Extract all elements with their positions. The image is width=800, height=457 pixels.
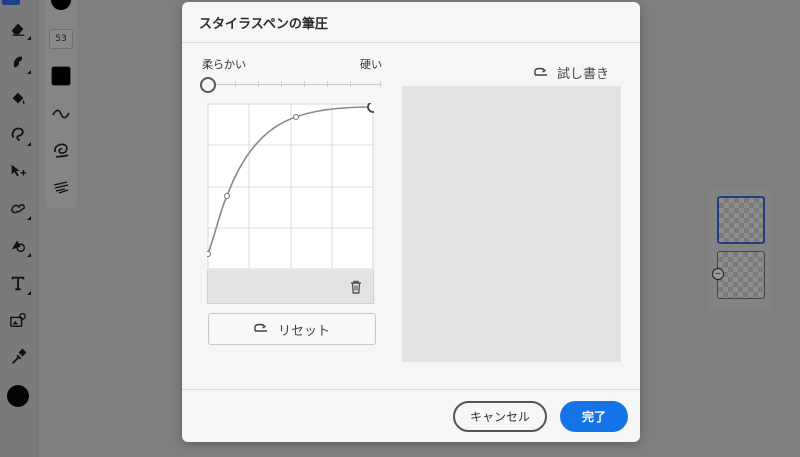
soft-label: 柔らかい xyxy=(202,58,246,71)
current-color-swatch[interactable] xyxy=(7,385,29,407)
eyedropper-tool[interactable] xyxy=(8,347,28,367)
slider-tick xyxy=(380,81,381,87)
active-tool-indicator xyxy=(2,0,20,5)
fill-icon xyxy=(12,92,25,105)
layer-thumbnail-selected[interactable] xyxy=(717,196,765,244)
curve-point[interactable] xyxy=(224,193,230,199)
image-icon xyxy=(10,313,26,328)
done-button[interactable]: 完了 xyxy=(560,401,628,432)
stylus-pressure-dialog: スタイラスペンの筆圧 柔らかい 硬い リセット 試し書き キャンセル 完了 xyxy=(182,2,640,442)
test-draw-area[interactable] xyxy=(402,86,621,362)
slider-tick xyxy=(281,81,282,87)
fill-tool[interactable] xyxy=(8,89,28,109)
move-icon xyxy=(11,164,27,177)
brush-size-badge[interactable]: 53 xyxy=(49,29,73,49)
shape-tool[interactable] xyxy=(8,235,31,257)
dialog-header: スタイラスペンの筆圧 xyxy=(182,2,640,43)
brush-spiral-icon xyxy=(54,143,69,158)
curve-endpoint-handle[interactable] xyxy=(367,103,374,113)
smudge-icon xyxy=(13,56,23,68)
text-icon xyxy=(11,276,25,291)
trash-icon[interactable] xyxy=(348,279,364,295)
lasso-tool[interactable] xyxy=(8,124,31,146)
curve-point[interactable] xyxy=(207,251,211,257)
text-tool[interactable] xyxy=(8,273,31,295)
pressure-slider-thumb[interactable] xyxy=(200,77,216,93)
reset-button[interactable]: リセット xyxy=(208,313,376,345)
liquify-icon xyxy=(10,204,26,214)
slider-tick xyxy=(304,81,305,87)
shape-icon xyxy=(11,240,26,253)
hard-label: 硬い xyxy=(360,58,382,71)
curve-footer xyxy=(207,270,374,304)
undo-arrow-icon xyxy=(534,67,547,76)
stroke-smooth-icon xyxy=(52,109,70,119)
test-draw-label: 試し書き xyxy=(557,67,610,82)
eyedropper-icon xyxy=(11,348,27,364)
brush-preview-dot xyxy=(51,0,71,10)
layer-thumbnail[interactable] xyxy=(717,251,765,299)
layers-panel: − xyxy=(709,188,771,310)
dialog-title: スタイラスペンの筆圧 xyxy=(199,17,328,32)
curve-point[interactable] xyxy=(293,114,299,120)
undo-arrow-icon xyxy=(254,323,267,332)
brush-sub-toolbar: 53 xyxy=(45,0,77,208)
slider-tick xyxy=(327,81,328,87)
cancel-button[interactable]: キャンセル xyxy=(453,401,547,432)
slider-tick xyxy=(235,81,236,87)
slider-tick xyxy=(258,81,259,87)
pressure-slider-track[interactable] xyxy=(212,84,382,85)
stroke-smooth-button[interactable] xyxy=(50,103,72,125)
brush-spiral-button[interactable] xyxy=(50,139,72,161)
left-toolbar xyxy=(0,0,38,457)
layer-visibility-icon[interactable]: − xyxy=(712,268,724,280)
test-draw-header[interactable]: 試し書き xyxy=(534,63,609,82)
eraser-tool[interactable] xyxy=(8,18,31,40)
color-swatch[interactable] xyxy=(51,66,71,86)
eraser-icon xyxy=(11,23,25,36)
lasso-icon xyxy=(11,127,24,142)
move-tool[interactable] xyxy=(8,161,28,181)
brush-texture-icon xyxy=(53,181,69,194)
image-tool[interactable] xyxy=(8,310,28,330)
smudge-tool[interactable] xyxy=(8,52,31,74)
brush-texture-button[interactable] xyxy=(50,176,72,198)
liquify-tool[interactable] xyxy=(8,198,31,220)
slider-tick xyxy=(350,81,351,87)
reset-label: リセット xyxy=(277,323,330,339)
